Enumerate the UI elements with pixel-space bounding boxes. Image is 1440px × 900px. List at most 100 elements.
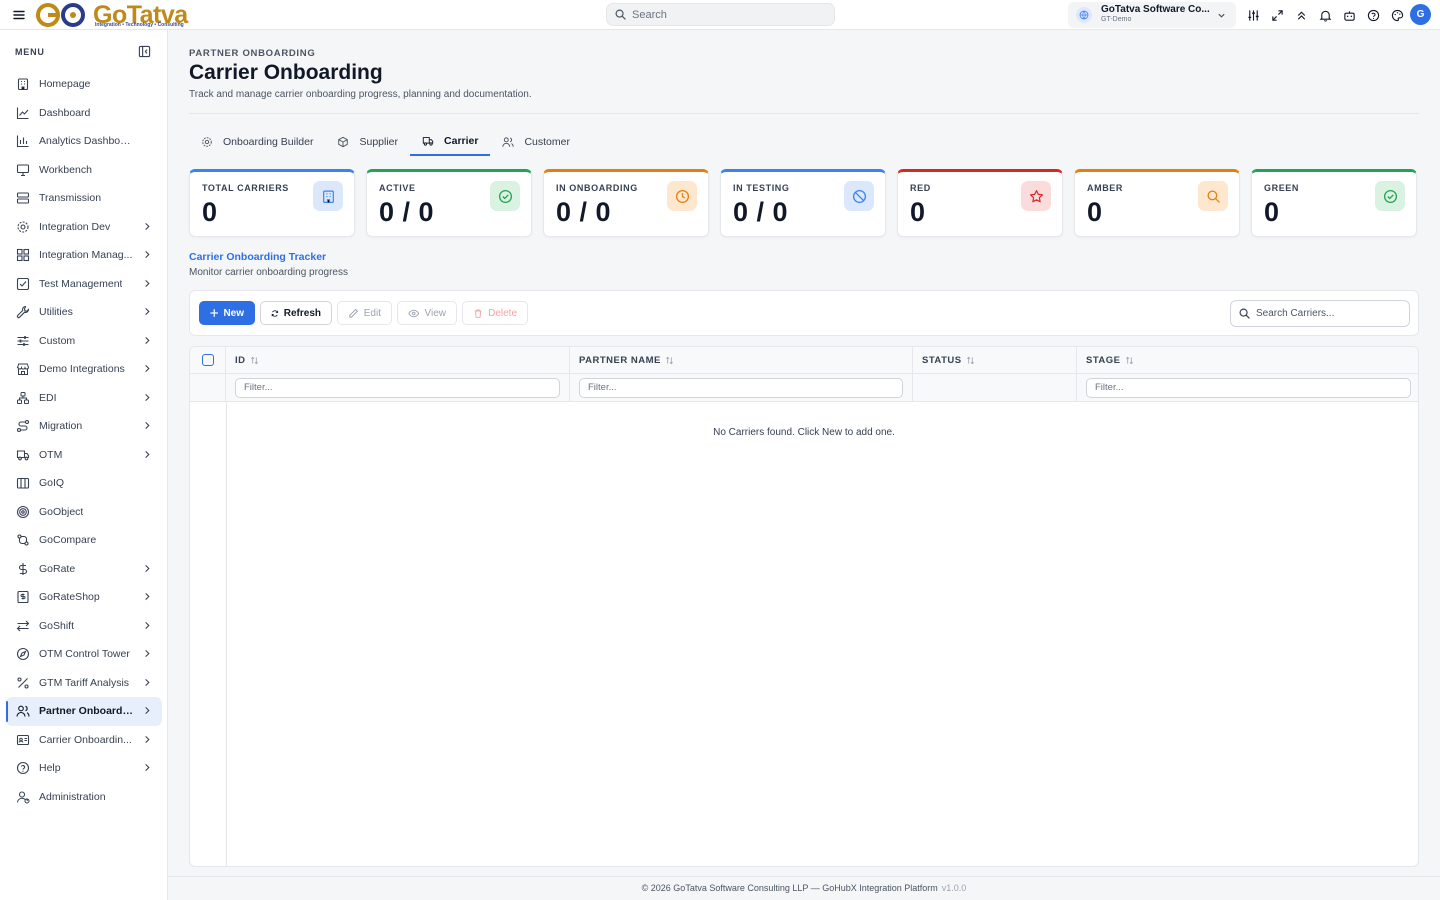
server-icon xyxy=(16,191,30,205)
stat-card-amber[interactable]: AMBER 0 xyxy=(1074,169,1240,237)
filter-input-id[interactable] xyxy=(235,377,560,398)
chevron-right-icon xyxy=(143,336,151,345)
sidebar-item-label: Custom xyxy=(39,334,76,347)
plus-icon xyxy=(210,309,219,317)
building-icon xyxy=(313,181,343,211)
help-circle-icon[interactable] xyxy=(1364,6,1382,24)
user-cog-icon xyxy=(16,790,30,804)
carrier-search-input[interactable] xyxy=(1256,308,1406,319)
fullscreen-icon[interactable] xyxy=(1268,6,1286,24)
divider xyxy=(189,113,1419,114)
sidebar-item-gtm-tariff-analysis[interactable]: GTM Tariff Analysis xyxy=(6,669,162,698)
sidebar-collapse-icon[interactable] xyxy=(138,45,151,58)
refresh-button[interactable]: Refresh xyxy=(260,301,332,325)
carrier-search[interactable] xyxy=(1230,300,1410,327)
sidebar-item-goshift[interactable]: GoShift xyxy=(6,612,162,641)
filter-input-stage[interactable] xyxy=(1086,377,1411,398)
select-all-checkbox[interactable] xyxy=(202,354,214,366)
tab-customer[interactable]: Customer xyxy=(490,127,582,156)
id-card-icon xyxy=(16,733,30,747)
sidebar-item-gorateshop[interactable]: GoRateShop xyxy=(6,583,162,612)
sidebar-item-migration[interactable]: Migration xyxy=(6,412,162,441)
stat-card-total-carriers[interactable]: TOTAL CARRIERS 0 xyxy=(189,169,355,237)
bell-icon[interactable] xyxy=(1316,6,1334,24)
sidebar-item-goiq[interactable]: GoIQ xyxy=(6,469,162,498)
view-button[interactable]: View xyxy=(397,301,457,325)
sidebar-item-custom[interactable]: Custom xyxy=(6,327,162,356)
sidebar-item-administration[interactable]: Administration xyxy=(6,783,162,812)
chevrons-up-icon[interactable] xyxy=(1292,6,1310,24)
sidebar-item-analytics-dashboard[interactable]: Analytics Dashboard xyxy=(6,127,162,156)
delete-button[interactable]: Delete xyxy=(462,301,528,325)
sidebar-item-dashboard[interactable]: Dashboard xyxy=(6,99,162,128)
search-icon xyxy=(1198,181,1228,211)
check-circle-icon xyxy=(1375,181,1405,211)
sidebar-item-workbench[interactable]: Workbench xyxy=(6,156,162,185)
column-header-stage[interactable]: STAGE xyxy=(1077,347,1418,373)
sidebar-item-carrier-onboardin[interactable]: Carrier Onboardin... xyxy=(6,726,162,755)
bot-icon[interactable] xyxy=(1340,6,1358,24)
tab-onboarding-builder[interactable]: Onboarding Builder xyxy=(189,127,325,156)
stat-value: 0 xyxy=(910,197,926,227)
sidebar-item-partner-onboardi[interactable]: Partner Onboardi... xyxy=(6,697,162,726)
sidebar-item-gorate[interactable]: GoRate xyxy=(6,555,162,584)
sidebar-item-goobject[interactable]: GoObject xyxy=(6,498,162,527)
sidebar-item-test-management[interactable]: Test Management xyxy=(6,270,162,299)
truck-icon xyxy=(16,448,30,462)
main-content: PARTNER ONBOARDING Carrier Onboarding Tr… xyxy=(168,30,1440,876)
sidebar-item-label: GoIQ xyxy=(39,477,65,490)
sidebar-item-utilities[interactable]: Utilities xyxy=(6,298,162,327)
sidebar-item-integration-dev[interactable]: Integration Dev xyxy=(6,213,162,242)
app-logo[interactable]: GoTatva Integration • Technology • Consu… xyxy=(35,1,188,29)
sidebar-item-label: Help xyxy=(39,762,61,775)
tab-supplier[interactable]: Supplier xyxy=(325,127,410,156)
palette-icon[interactable] xyxy=(1388,6,1406,24)
tab-label: Onboarding Builder xyxy=(223,135,314,148)
stat-card-active[interactable]: ACTIVE 0 / 0 xyxy=(366,169,532,237)
stat-card-red[interactable]: RED 0 xyxy=(897,169,1063,237)
footer: © 2026 GoTatva Software Consulting LLP —… xyxy=(168,876,1440,900)
sidebar-item-integration-manag[interactable]: Integration Manag... xyxy=(6,241,162,270)
sidebar-item-label: Transmission xyxy=(39,192,102,205)
sidebar-item-help[interactable]: Help xyxy=(6,754,162,783)
bar-chart-icon xyxy=(16,134,30,148)
global-search[interactable] xyxy=(606,3,835,26)
edit-button[interactable]: Edit xyxy=(337,301,392,325)
column-header-id[interactable]: ID xyxy=(226,347,570,373)
stat-card-in-onboarding[interactable]: IN ONBOARDING 0 / 0 xyxy=(543,169,709,237)
sidebar-item-edi[interactable]: EDI xyxy=(6,384,162,413)
sidebar-item-gocompare[interactable]: GoCompare xyxy=(6,526,162,555)
menu-label: MENU xyxy=(15,47,45,57)
tracker-title[interactable]: Carrier Onboarding Tracker xyxy=(189,251,326,263)
global-search-input[interactable] xyxy=(632,8,822,21)
stat-label: IN ONBOARDING xyxy=(556,183,638,193)
chevron-right-icon xyxy=(143,307,151,316)
check-circle-icon xyxy=(490,181,520,211)
truck-icon xyxy=(422,135,439,147)
filter-input-partner-name[interactable] xyxy=(579,377,903,398)
stat-value: 0 xyxy=(1264,197,1280,227)
sidebar-item-otm-control-tower[interactable]: OTM Control Tower xyxy=(6,640,162,669)
users-icon xyxy=(16,704,30,718)
new-button[interactable]: New xyxy=(199,301,255,325)
stat-card-green[interactable]: GREEN 0 xyxy=(1251,169,1417,237)
sidebar-item-demo-integrations[interactable]: Demo Integrations xyxy=(6,355,162,384)
sort-icon xyxy=(665,356,673,364)
sliders-icon[interactable] xyxy=(1244,6,1262,24)
sidebar-item-transmission[interactable]: Transmission xyxy=(6,184,162,213)
stat-cards: TOTAL CARRIERS 0 ACTIVE 0 / 0 IN ONBOARDING 0… xyxy=(189,169,1417,237)
user-avatar[interactable]: G xyxy=(1410,4,1431,25)
sidebar-item-homepage[interactable]: Homepage xyxy=(6,70,162,99)
tab-carrier[interactable]: Carrier xyxy=(410,127,491,156)
hamburger-menu-icon[interactable] xyxy=(12,8,26,22)
sort-icon xyxy=(250,356,258,364)
stat-card-in-testing[interactable]: IN TESTING 0 / 0 xyxy=(720,169,886,237)
search-icon xyxy=(615,9,626,20)
target-icon xyxy=(16,505,30,519)
sidebar-item-label: Dashboard xyxy=(39,106,91,119)
sidebar-item-otm[interactable]: OTM xyxy=(6,441,162,470)
org-switcher[interactable]: GoTatva Software Co... GT-Demo xyxy=(1068,2,1236,28)
globe-icon xyxy=(1076,7,1092,23)
column-header-status[interactable]: STATUS xyxy=(913,347,1077,373)
column-header-partner-name[interactable]: PARTNER NAME xyxy=(570,347,913,373)
